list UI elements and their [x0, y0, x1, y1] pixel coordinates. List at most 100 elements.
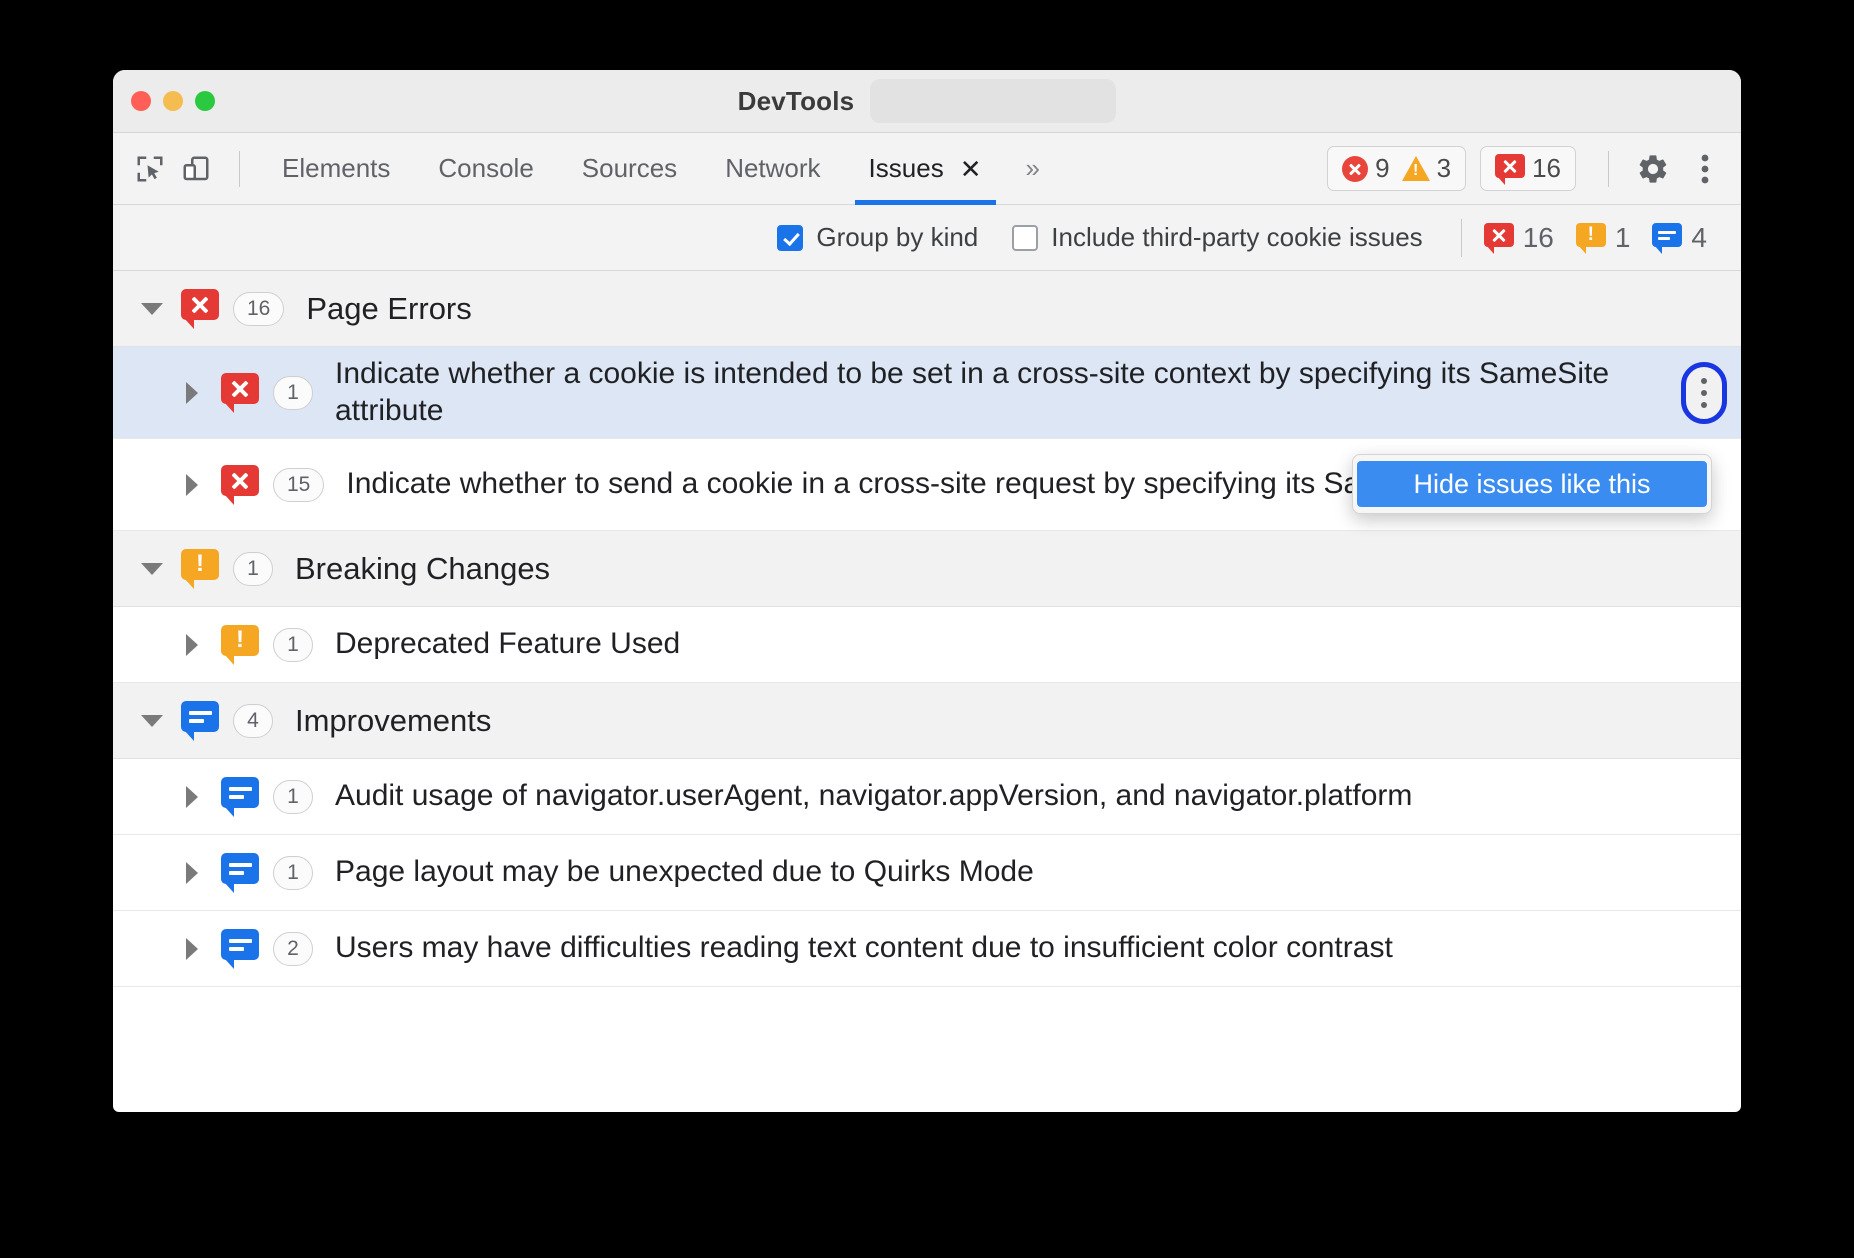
- issue-title: Deprecated Feature Used: [335, 626, 680, 663]
- info-bubble-icon: [221, 853, 259, 893]
- issue-kind-counts: 16 ! 1 4: [1484, 222, 1719, 254]
- issue-title: Page layout may be unexpected due to Qui…: [335, 854, 1034, 891]
- devtools-tabbar: Elements Console Sources Network Issues …: [113, 133, 1741, 205]
- issue-row[interactable]: 1 Page layout may be unexpected due to Q…: [113, 835, 1741, 911]
- tab-label: Sources: [582, 153, 677, 184]
- issues-error-counter[interactable]: 16: [1495, 153, 1561, 184]
- issue-kebab-menu-icon[interactable]: [1681, 362, 1727, 424]
- traffic-light-buttons: [131, 70, 215, 132]
- warning-bubble-icon: !: [181, 549, 219, 589]
- issue-count-badge: 15: [273, 468, 324, 502]
- console-warning-count: 3: [1437, 153, 1451, 184]
- tab-sources[interactable]: Sources: [558, 133, 701, 205]
- issue-count-badge: 1: [273, 628, 313, 662]
- issue-title: Users may have difficulties reading text…: [335, 930, 1393, 967]
- group-header-page-errors[interactable]: 16 Page Errors: [113, 271, 1741, 347]
- kebab-menu-icon[interactable]: [1679, 143, 1731, 195]
- chevron-down-icon[interactable]: [135, 303, 169, 315]
- checkbox-icon[interactable]: [1012, 225, 1038, 251]
- issue-row[interactable]: ! 1 Deprecated Feature Used: [113, 607, 1741, 683]
- group-by-kind-label: Group by kind: [816, 222, 978, 253]
- improvement-count-value: 4: [1691, 222, 1707, 254]
- error-bubble-icon: [221, 373, 259, 413]
- issue-row[interactable]: 2 Users may have difficulties reading te…: [113, 911, 1741, 987]
- group-count-badge: 4: [233, 704, 273, 738]
- group-header-improvements[interactable]: 4 Improvements: [113, 683, 1741, 759]
- error-count-value: 16: [1523, 222, 1554, 254]
- tab-elements[interactable]: Elements: [258, 133, 414, 205]
- count-improvements[interactable]: 4: [1652, 222, 1707, 254]
- count-warnings[interactable]: ! 1: [1576, 222, 1631, 254]
- console-warning-counter[interactable]: 3: [1402, 153, 1451, 184]
- issues-counter[interactable]: 16: [1480, 146, 1576, 191]
- hide-issues-like-this-menu-item[interactable]: Hide issues like this: [1357, 461, 1707, 507]
- issue-row[interactable]: 1 Audit usage of navigator.userAgent, na…: [113, 759, 1741, 835]
- include-third-party-label: Include third-party cookie issues: [1051, 222, 1422, 253]
- warning-triangle-icon: [1402, 156, 1430, 181]
- chevron-right-icon[interactable]: [175, 474, 209, 496]
- group-title: Improvements: [295, 703, 491, 739]
- issue-row[interactable]: 1 Indicate whether a cookie is intended …: [113, 347, 1741, 439]
- console-error-count: 9: [1375, 153, 1389, 184]
- group-header-breaking-changes[interactable]: ! 1 Breaking Changes: [113, 531, 1741, 607]
- tab-issues[interactable]: Issues ✕: [845, 133, 1006, 205]
- tab-label: Network: [725, 153, 820, 184]
- error-bubble-icon: [1495, 154, 1525, 184]
- window-titlebar: DevTools: [113, 70, 1741, 133]
- issue-title: Indicate whether a cookie is intended to…: [335, 356, 1721, 429]
- issues-filter-bar: Group by kind Include third-party cookie…: [113, 205, 1741, 271]
- error-bubble-icon: [1484, 223, 1514, 253]
- warning-bubble-icon: !: [221, 625, 259, 665]
- group-by-kind-checkbox[interactable]: Group by kind: [777, 222, 978, 253]
- issue-count-badge: 2: [273, 932, 313, 966]
- titlebar-placeholder-pill: [870, 79, 1116, 123]
- issue-count-badge: 1: [273, 856, 313, 890]
- window-title: DevTools: [738, 86, 855, 117]
- info-bubble-icon: [221, 777, 259, 817]
- issue-count-badge: 1: [273, 376, 313, 410]
- chevron-down-icon[interactable]: [135, 563, 169, 575]
- chevron-right-icon[interactable]: [175, 634, 209, 656]
- console-counters[interactable]: 9 3: [1327, 146, 1466, 191]
- info-bubble-icon: [181, 701, 219, 741]
- tab-list: Elements Console Sources Network Issues …: [258, 133, 1006, 205]
- include-third-party-checkbox[interactable]: Include third-party cookie issues: [1012, 222, 1422, 253]
- toolbar-divider: [239, 151, 240, 187]
- close-window-button[interactable]: [131, 91, 151, 111]
- issues-error-count: 16: [1532, 153, 1561, 184]
- screenshot-stage: DevTools Elements: [0, 0, 1854, 1258]
- maximize-window-button[interactable]: [195, 91, 215, 111]
- gear-icon[interactable]: [1627, 143, 1679, 195]
- error-bubble-icon: [181, 289, 219, 329]
- warning-count-value: 1: [1615, 222, 1631, 254]
- checkbox-icon[interactable]: [777, 225, 803, 251]
- info-bubble-icon: [1652, 223, 1682, 253]
- tabbar-divider-right: [1608, 151, 1609, 187]
- chevron-right-icon[interactable]: [175, 862, 209, 884]
- tab-label: Console: [438, 153, 533, 184]
- issue-context-menu: Hide issues like this: [1352, 454, 1712, 514]
- issue-count-badge: 1: [273, 780, 313, 814]
- window-title-group: DevTools: [113, 70, 1741, 132]
- circle-x-icon: [1342, 156, 1368, 182]
- count-errors[interactable]: 16: [1484, 222, 1554, 254]
- tab-label: Issues: [869, 153, 944, 184]
- chevron-right-icon[interactable]: [175, 786, 209, 808]
- device-toolbar-icon[interactable]: [175, 148, 217, 190]
- close-icon[interactable]: ✕: [960, 156, 982, 182]
- warning-bubble-icon: !: [1576, 223, 1606, 253]
- info-bubble-icon: [221, 929, 259, 969]
- tab-network[interactable]: Network: [701, 133, 844, 205]
- console-error-counter[interactable]: 9: [1342, 153, 1389, 184]
- issue-title: Audit usage of navigator.userAgent, navi…: [335, 778, 1412, 815]
- chevron-down-icon[interactable]: [135, 715, 169, 727]
- more-tabs-icon[interactable]: »: [1006, 153, 1060, 184]
- inspect-element-icon[interactable]: [129, 148, 171, 190]
- group-title: Page Errors: [306, 291, 471, 327]
- chevron-right-icon[interactable]: [175, 382, 209, 404]
- tab-console[interactable]: Console: [414, 133, 557, 205]
- minimize-window-button[interactable]: [163, 91, 183, 111]
- group-count-badge: 1: [233, 552, 273, 586]
- chevron-right-icon[interactable]: [175, 938, 209, 960]
- issues-list: 16 Page Errors 1 Indicate whether a cook…: [113, 271, 1741, 987]
